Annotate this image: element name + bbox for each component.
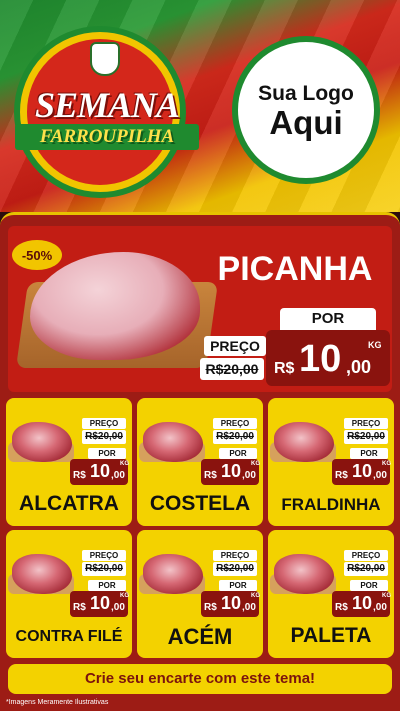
price-integer: 10: [90, 461, 111, 481]
price-unit: KG: [120, 461, 129, 467]
new-price: R$ 10 ,00 KG: [201, 591, 260, 617]
old-price: R$20,00: [213, 430, 257, 444]
cta-banner[interactable]: Crie seu encarte com este tema!: [8, 664, 392, 694]
por-label: POR: [280, 308, 376, 330]
preco-label: PREÇO: [344, 550, 388, 561]
price-decimal: ,00: [346, 357, 372, 377]
price-decimal: ,00: [242, 470, 256, 481]
por-label: POR: [350, 448, 388, 459]
new-price: R$ 10 ,00 KG: [332, 591, 391, 617]
product-name: ALCATRA: [19, 492, 119, 515]
preco-label: PREÇO: [213, 550, 257, 561]
price-integer: 10: [299, 338, 342, 380]
product-card-fraldinha: PREÇO R$20,00 POR R$ 10 ,00 KG FRALDINHA: [268, 398, 394, 526]
old-price: R$20,00: [82, 430, 126, 444]
price-decimal: ,00: [373, 470, 387, 481]
footnote: *Imagens Meramente Ilustrativas: [6, 699, 109, 706]
currency: R$: [335, 470, 348, 481]
new-price: R$ 10 ,00 KG: [201, 459, 260, 485]
por-label: POR: [219, 448, 257, 459]
logo-line-1: Sua Logo: [258, 81, 354, 105]
price-integer: 10: [221, 593, 242, 613]
product-name: CONTRA FILÉ: [15, 628, 123, 645]
currency: R$: [274, 360, 295, 377]
preco-label: PREÇO: [213, 418, 257, 429]
coat-of-arms-icon: [90, 42, 120, 76]
price-decimal: ,00: [111, 602, 125, 613]
price-unit: KG: [368, 340, 382, 350]
price-unit: KG: [382, 461, 391, 467]
product-name: PALETA: [290, 624, 372, 647]
price-integer: 10: [352, 461, 373, 481]
product-card-costela: PREÇO R$20,00 POR R$ 10 ,00 KG COSTELA: [137, 398, 263, 526]
product-name: FRALDINHA: [281, 495, 381, 514]
new-price: R$ 10 ,00 KG: [332, 459, 391, 485]
por-label: POR: [350, 580, 388, 591]
featured-old-price: PREÇO R$20,00: [200, 336, 266, 380]
price-decimal: ,00: [242, 602, 256, 613]
old-price: R$20,00: [344, 430, 388, 444]
new-price: R$ 10 ,00 KG: [70, 591, 129, 617]
product-name: ACÉM: [167, 624, 233, 649]
featured-new-price: R$ 10 ,00 KG: [266, 330, 390, 386]
new-price: R$ 10 ,00 KG: [70, 459, 129, 485]
event-title-1: SEMANA: [34, 85, 180, 125]
price-unit: KG: [251, 461, 260, 467]
currency: R$: [204, 470, 217, 481]
semana-farroupilha-seal: SEMANA FARROUPILHA: [15, 32, 199, 192]
old-price: R$20,00: [213, 562, 257, 576]
logo-line-2: Aqui: [269, 103, 343, 141]
por-label: POR: [88, 580, 126, 591]
flag-background: SEMANA FARROUPILHA Sua Logo Aqui: [0, 0, 400, 212]
old-price: R$20,00: [200, 358, 264, 380]
meat-image: [143, 422, 203, 462]
price-unit: KG: [251, 593, 260, 599]
meat-image: [274, 554, 334, 594]
preco-label: PREÇO: [204, 336, 266, 356]
price-integer: 10: [352, 593, 373, 613]
preco-label: PREÇO: [344, 418, 388, 429]
product-name: COSTELA: [149, 492, 251, 515]
event-title-2: FARROUPILHA: [15, 124, 199, 150]
currency: R$: [204, 602, 217, 613]
meat-image: [12, 422, 72, 462]
product-card-alcatra: PREÇO R$20,00 POR R$ 10 ,00 KG ALCATRA: [6, 398, 132, 526]
featured-product-name: PICANHA: [217, 250, 373, 288]
por-label: POR: [88, 448, 126, 459]
preco-label: PREÇO: [82, 418, 126, 429]
product-card-acem: PREÇO R$20,00 POR R$ 10 ,00 KG ACÉM: [137, 530, 263, 658]
price-unit: KG: [120, 593, 129, 599]
price-integer: 10: [90, 593, 111, 613]
currency: R$: [73, 602, 86, 613]
currency: R$: [335, 602, 348, 613]
por-label: POR: [219, 580, 257, 591]
old-price: R$20,00: [344, 562, 388, 576]
product-card-paleta: PREÇO R$20,00 POR R$ 10 ,00 KG PALETA: [268, 530, 394, 658]
meat-image: [143, 554, 203, 594]
preco-label: PREÇO: [82, 550, 126, 561]
price-decimal: ,00: [111, 470, 125, 481]
meat-image: [274, 422, 334, 462]
discount-badge: -50%: [12, 240, 62, 270]
meat-image: [12, 554, 72, 594]
old-price: R$20,00: [82, 562, 126, 576]
price-integer: 10: [221, 461, 242, 481]
price-decimal: ,00: [373, 602, 387, 613]
currency: R$: [73, 470, 86, 481]
store-logo-placeholder: Sua Logo Aqui: [232, 36, 380, 184]
product-card-contra-file: PREÇO R$20,00 POR R$ 10 ,00 KG CONTRA FI…: [6, 530, 132, 658]
price-unit: KG: [382, 593, 391, 599]
